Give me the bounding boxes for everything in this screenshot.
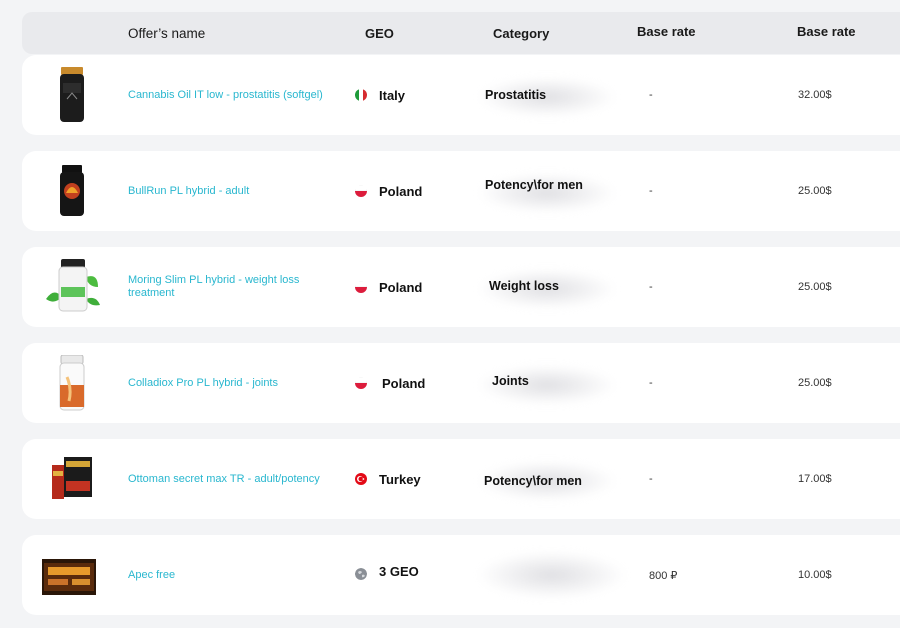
base-rate-2-cell: 17.00$ — [798, 473, 832, 485]
offer-name-link[interactable]: Ottoman secret max TR - adult/potency — [128, 439, 348, 519]
offer-name-link[interactable]: BullRun PL hybrid - adult — [128, 151, 348, 231]
poland-flag-icon — [355, 377, 367, 389]
italy-flag-icon — [355, 89, 367, 101]
product-image-ottoman-secret — [40, 449, 104, 509]
base-rate-cell: - — [649, 281, 653, 293]
product-image-apec — [32, 545, 106, 605]
base-rate-2-cell: 10.00$ — [798, 569, 832, 581]
base-rate-cell: - — [649, 473, 653, 485]
category-cell: Weight loss — [489, 279, 559, 293]
base-rate-2-cell: 25.00$ — [798, 281, 832, 293]
geo-cell: Turkey — [355, 439, 421, 519]
globe-icon — [355, 568, 367, 580]
geo-label: Turkey — [379, 471, 421, 487]
table-header: Offer’s name GEO Category Base rate Base… — [22, 12, 900, 54]
category-cell: Joints — [492, 374, 529, 388]
product-image-cannabis-oil — [40, 65, 104, 125]
table-row[interactable]: Colladiox Pro PL hybrid - joints Poland … — [22, 343, 900, 423]
header-category: Category — [493, 25, 550, 41]
geo-cell: Poland — [355, 247, 422, 327]
poland-flag-icon — [355, 281, 367, 293]
table-row[interactable]: BullRun PL hybrid - adult Poland Potency… — [22, 151, 900, 231]
geo-cell: Poland — [355, 151, 422, 231]
header-base-rate: Base rate — [637, 23, 696, 39]
base-rate-2-cell: 25.00$ — [798, 377, 832, 389]
offer-name-link[interactable]: Colladiox Pro PL hybrid - joints — [128, 343, 348, 423]
base-rate-cell: - — [649, 89, 653, 101]
base-rate-2-cell: 32.00$ — [798, 89, 832, 101]
offer-name-link[interactable]: Apec free — [128, 535, 348, 615]
product-image-moring-slim — [40, 257, 104, 317]
table-row[interactable]: Cannabis Oil IT low - prostatitis (softg… — [22, 55, 900, 135]
header-base-rate-2: Base rate — [797, 23, 856, 39]
category-cell: Potency\for men — [484, 474, 582, 488]
turkey-flag-icon — [355, 473, 367, 485]
offer-name-link[interactable]: Moring Slim PL hybrid - weight loss trea… — [128, 247, 348, 327]
table-row[interactable]: Moring Slim PL hybrid - weight loss trea… — [22, 247, 900, 327]
base-rate-2-cell: 25.00$ — [798, 185, 832, 197]
geo-label: Poland — [379, 279, 423, 295]
blurred-area — [477, 551, 627, 599]
geo-cell: Italy — [355, 55, 405, 135]
base-rate-cell: - — [649, 185, 653, 197]
geo-label: 3 GEO — [379, 563, 419, 579]
product-image-colladiox — [40, 353, 104, 413]
base-rate-cell: - — [649, 377, 653, 389]
table-row[interactable]: Ottoman secret max TR - adult/potency Tu… — [22, 439, 900, 519]
poland-flag-icon — [355, 185, 367, 197]
category-cell: Prostatitis — [485, 88, 547, 102]
table-row[interactable]: Apec free 3 GEO 800 ₽ 10.00$ — [22, 535, 900, 615]
header-offer-name: Offer’s name — [128, 25, 206, 41]
geo-cell: Poland — [355, 343, 425, 423]
base-rate-cell: 800 ₽ — [649, 569, 678, 582]
geo-label: Poland — [382, 375, 426, 391]
geo-cell: 3 GEO — [355, 531, 419, 611]
header-geo: GEO — [365, 25, 394, 41]
geo-label: Italy — [379, 87, 406, 103]
category-cell: Potency\for men — [485, 178, 583, 192]
offer-name-link[interactable]: Cannabis Oil IT low - prostatitis (softg… — [128, 55, 348, 135]
product-image-bullrun — [40, 161, 104, 221]
geo-label: Poland — [379, 183, 423, 199]
